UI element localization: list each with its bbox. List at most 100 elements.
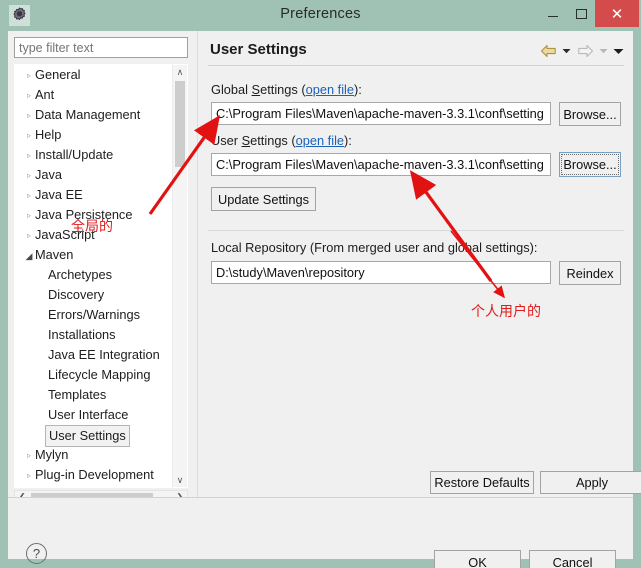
minimize-button[interactable] [537, 0, 568, 27]
chevron-down-icon[interactable]: ◢ [23, 246, 35, 266]
global-settings-input[interactable]: C:\Program Files\Maven\apache-maven-3.3.… [211, 102, 551, 125]
restore-defaults-button[interactable]: Restore Defaults [430, 471, 534, 494]
forward-arrow-icon[interactable] [575, 42, 595, 60]
global-settings-label-end: ): [354, 82, 362, 97]
sidebar-item-archetypes[interactable]: Archetypes [15, 265, 175, 285]
sidebar-item-install-update[interactable]: ▹ Install/Update [15, 145, 175, 165]
title-bar: Preferences ✕ [0, 0, 641, 31]
global-settings-label-prefix: Global [211, 82, 252, 97]
back-arrow-icon[interactable] [538, 42, 558, 60]
sidebar-item-label: Java EE Integration [48, 347, 160, 362]
vertical-scroll-thumb[interactable] [175, 81, 185, 167]
sidebar-item-general[interactable]: ▹ General [15, 65, 175, 85]
sidebar-item-user-interface[interactable]: User Interface [15, 405, 175, 425]
forward-history-caret-icon[interactable] [597, 42, 610, 60]
sidebar-item-label: Lifecycle Mapping [48, 367, 151, 382]
sidebar-item-label: User Settings [45, 425, 130, 447]
sidebar-item-label: Mylyn [35, 447, 69, 462]
close-button[interactable]: ✕ [595, 0, 639, 27]
local-repository-input[interactable]: D:\study\Maven\repository [211, 261, 551, 284]
sidebar-item-java-persistence[interactable]: ▹ Java Persistence [15, 205, 175, 225]
sidebar-item-label: General [35, 67, 81, 82]
chevron-right-icon[interactable]: ▹ [23, 466, 35, 486]
navigation-toolbar [538, 42, 625, 60]
scroll-up-icon[interactable]: ∧ [173, 65, 187, 79]
chevron-right-icon[interactable]: ▹ [23, 226, 35, 246]
sidebar-item-java[interactable]: ▹ Java [15, 165, 175, 185]
sidebar-item-lifecycle-mapping[interactable]: Lifecycle Mapping [15, 365, 175, 385]
sidebar-item-errors-warnings[interactable]: Errors/Warnings [15, 305, 175, 325]
sidebar-item-discovery[interactable]: Discovery [15, 285, 175, 305]
user-settings-label-mnemonic: S [241, 133, 251, 148]
chevron-right-icon[interactable]: ▹ [23, 86, 35, 106]
settings-content-pane: User Settings Global Settings (open file… [198, 31, 641, 497]
sidebar-item-label: Templates [48, 387, 107, 402]
tree-vertical-scrollbar[interactable]: ∧ ∨ [172, 65, 187, 487]
sidebar-item-label: Java [35, 167, 63, 182]
chevron-right-icon[interactable]: ▹ [23, 166, 35, 186]
user-settings-label-prefix: User [211, 133, 242, 148]
filter-input[interactable] [14, 37, 188, 58]
user-settings-label-suffix: ettings ( [250, 133, 296, 148]
sidebar-item-label: User Interface [48, 407, 129, 422]
sidebar-item-java-ee-integration[interactable]: Java EE Integration [15, 345, 175, 365]
preferences-tree[interactable]: ▹ General ▹ Ant ▹ Data Management ▹ Help ▹ Instal… [14, 64, 188, 488]
sidebar-item-mylyn[interactable]: ▹ Mylyn [15, 445, 175, 465]
sidebar-item-user-settings[interactable]: User Settings [15, 425, 175, 447]
update-settings-button[interactable]: Update Settings [211, 187, 316, 211]
sidebar-item-help[interactable]: ▹ Help [15, 125, 175, 145]
dialog-footer: ? OK Cancel [8, 498, 633, 568]
sidebar-item-label: Help [35, 127, 62, 142]
sidebar-item-label: Errors/Warnings [48, 307, 140, 322]
global-settings-label-suffix: ettings ( [260, 82, 306, 97]
chevron-right-icon[interactable]: ▹ [23, 186, 35, 206]
back-history-caret-icon[interactable] [560, 42, 573, 60]
ok-button[interactable]: OK [434, 550, 521, 568]
sidebar-item-label: JavaScript [35, 227, 95, 242]
local-repository-label: Local Repository (From merged user and g… [211, 240, 538, 255]
sidebar-item-label: Data Management [35, 107, 141, 122]
user-settings-label-end: ): [344, 133, 352, 148]
dialog-body: ▹General▹Ant▹Data Management▹Help▹Instal… [8, 31, 641, 568]
page-title: User Settings [210, 41, 307, 58]
global-settings-label: Global Settings (open file): [211, 82, 362, 97]
chevron-right-icon[interactable]: ▹ [23, 206, 35, 226]
minimize-icon [547, 16, 558, 17]
user-settings-open-file-link[interactable]: open file [296, 133, 344, 148]
sidebar-item-label: Ant [35, 87, 55, 102]
sidebar-item-javascript[interactable]: ▹ JavaScript [15, 225, 175, 245]
chevron-right-icon[interactable]: ▹ [23, 106, 35, 126]
maximize-button[interactable] [566, 0, 597, 27]
sidebar-item-label: Java Persistence [35, 207, 133, 222]
view-menu-caret-icon[interactable] [612, 42, 625, 60]
scroll-down-icon[interactable]: ∨ [173, 473, 187, 487]
cancel-button[interactable]: Cancel [529, 550, 616, 568]
global-settings-open-file-link[interactable]: open file [306, 82, 354, 97]
sidebar-item-label: Java EE [35, 187, 83, 202]
sidebar-item-java-ee[interactable]: ▹ Java EE [15, 185, 175, 205]
sidebar-item-label: Maven [35, 247, 74, 262]
reindex-button[interactable]: Reindex [559, 261, 621, 285]
help-icon[interactable]: ? [26, 543, 47, 564]
chevron-right-icon[interactable]: ▹ [23, 146, 35, 166]
maximize-icon [576, 8, 587, 19]
tree-items-container: ▹ General ▹ Ant ▹ Data Management ▹ Help ▹ Instal… [15, 65, 175, 485]
sidebar-item-installations[interactable]: Installations [15, 325, 175, 345]
sidebar-item-data-management[interactable]: ▹ Data Management [15, 105, 175, 125]
sidebar-item-label: Install/Update [35, 147, 114, 162]
user-settings-browse-button[interactable]: Browse... [559, 152, 621, 177]
chevron-right-icon[interactable]: ▹ [23, 126, 35, 146]
sidebar-item-maven[interactable]: ◢ Maven [15, 245, 175, 265]
chevron-right-icon[interactable]: ▹ [23, 66, 35, 86]
sidebar-item-templates[interactable]: Templates [15, 385, 175, 405]
apply-button[interactable]: Apply [540, 471, 641, 494]
sidebar-item-ant[interactable]: ▹ Ant [15, 85, 175, 105]
chevron-right-icon[interactable]: ▹ [23, 446, 35, 466]
sidebar-item-label: Archetypes [48, 267, 113, 282]
preferences-tree-pane: ▹General▹Ant▹Data Management▹Help▹Instal… [8, 31, 197, 505]
sidebar-item-label: Installations [48, 327, 116, 342]
global-settings-browse-button[interactable]: Browse... [559, 102, 621, 126]
section-separator [208, 230, 624, 231]
sidebar-item-plug-in-development[interactable]: ▹ Plug-in Development [15, 465, 175, 485]
user-settings-input[interactable]: C:\Program Files\Maven\apache-maven-3.3.… [211, 153, 551, 176]
